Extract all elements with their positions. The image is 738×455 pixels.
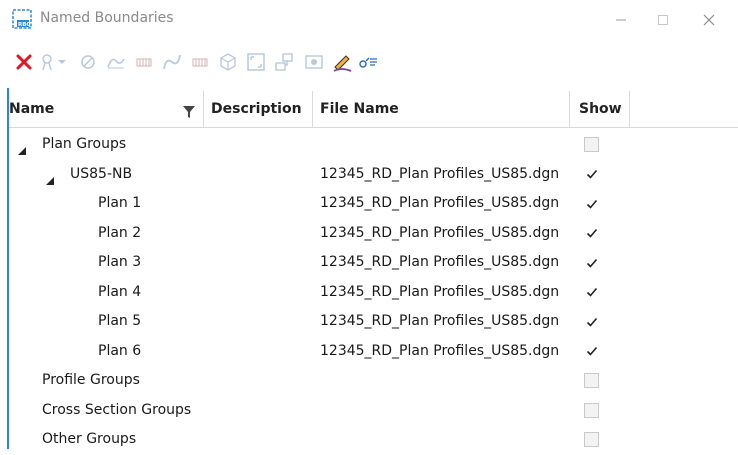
dropdown-arrow-icon[interactable]	[56, 50, 68, 74]
toolbar	[0, 40, 738, 88]
row-file-name: 12345_RD_Plan Profiles_US85.dgn	[320, 195, 560, 211]
show-checkbox[interactable]	[584, 432, 599, 447]
row-label: Profile Groups	[42, 372, 140, 388]
column-header-description[interactable]: Description	[211, 91, 302, 127]
column-divider[interactable]	[203, 91, 204, 127]
tree-row[interactable]: Plan 5 12345_RD_Plan Profiles_US85.dgn	[0, 307, 738, 337]
window-title: Named Boundaries	[40, 10, 174, 26]
collapse-triangle-icon[interactable]	[46, 170, 54, 189]
row-label: Plan Groups	[42, 136, 127, 152]
show-checkbox[interactable]	[584, 314, 599, 329]
column-header-show[interactable]: Show	[579, 91, 622, 127]
row-file-name: 12345_RD_Plan Profiles_US85.dgn	[320, 313, 560, 329]
svg-text:RBC: RBC	[18, 22, 30, 28]
properties-icon[interactable]	[356, 50, 380, 74]
title-bar: RBC Named Boundaries	[0, 0, 738, 40]
curve-boundary-icon[interactable]	[160, 50, 184, 74]
tree-row[interactable]: US85-NB 12345_RD_Plan Profiles_US85.dgn	[0, 160, 738, 190]
column-header-description-label: Description	[211, 101, 302, 117]
row-file-name: 12345_RD_Plan Profiles_US85.dgn	[320, 283, 560, 300]
show-checkbox[interactable]	[584, 255, 599, 270]
column-divider[interactable]	[312, 91, 313, 127]
grid-boundary-2-icon[interactable]	[188, 50, 212, 74]
delete-icon[interactable]	[12, 50, 36, 74]
grid-boundary-icon[interactable]	[132, 50, 156, 74]
tree-row[interactable]: Plan Groups	[0, 130, 738, 160]
named-boundaries-app-icon: RBC	[12, 9, 32, 29]
row-label: Plan 3	[98, 254, 142, 270]
row-label: Plan 2	[98, 224, 142, 241]
create-drawings-icon[interactable]	[272, 50, 296, 74]
view-boundary-icon[interactable]	[302, 50, 326, 74]
close-button[interactable]	[686, 6, 732, 34]
show-checkbox[interactable]	[584, 137, 599, 152]
row-label: Plan 6	[98, 342, 142, 359]
tree-row[interactable]: Plan 6 12345_RD_Plan Profiles_US85.dgn	[0, 337, 738, 367]
row-file-name: 12345_RD_Plan Profiles_US85.dgn	[320, 224, 560, 241]
table-header: Name Description File Name Show	[9, 91, 738, 128]
profile-boundary-icon[interactable]	[104, 50, 128, 74]
show-checkbox[interactable]	[584, 402, 599, 418]
civil-boundary-icon[interactable]	[76, 50, 100, 74]
show-checkbox[interactable]	[584, 284, 599, 300]
column-header-file-name[interactable]: File Name	[320, 91, 399, 127]
column-header-file-name-label: File Name	[320, 101, 399, 117]
row-label: Plan 1	[98, 195, 142, 211]
tree-row[interactable]: Plan 4 12345_RD_Plan Profiles_US85.dgn	[0, 278, 738, 308]
tree-row[interactable]: Plan 1 12345_RD_Plan Profiles_US85.dgn	[0, 189, 738, 219]
show-checkbox[interactable]	[584, 225, 599, 241]
row-file-name: 12345_RD_Plan Profiles_US85.dgn	[320, 165, 560, 182]
fit-boundary-icon[interactable]	[244, 50, 268, 74]
column-divider[interactable]	[629, 91, 630, 127]
row-label: Cross Section Groups	[42, 401, 192, 418]
row-label: US85-NB	[70, 165, 133, 182]
column-divider[interactable]	[569, 91, 570, 127]
show-checkbox[interactable]	[584, 166, 599, 182]
row-label: Plan 5	[98, 313, 142, 329]
show-checkbox[interactable]	[584, 343, 599, 359]
column-header-name[interactable]: Name	[9, 91, 199, 127]
collapse-triangle-icon[interactable]	[18, 140, 26, 159]
tree-row[interactable]: Plan 3 12345_RD_Plan Profiles_US85.dgn	[0, 248, 738, 278]
show-checkbox[interactable]	[584, 373, 599, 388]
tree-row[interactable]: Cross Section Groups	[0, 396, 738, 426]
row-file-name: 12345_RD_Plan Profiles_US85.dgn	[320, 254, 560, 270]
show-checkbox[interactable]	[584, 196, 599, 211]
filter-icon[interactable]	[183, 103, 195, 122]
tree-row[interactable]: Profile Groups	[0, 366, 738, 396]
row-label: Plan 4	[98, 283, 142, 300]
3d-boundary-icon[interactable]	[216, 50, 240, 74]
maximize-button[interactable]	[640, 6, 686, 34]
row-label: Other Groups	[42, 431, 137, 447]
column-header-name-label: Name	[9, 101, 55, 117]
row-file-name: 12345_RD_Plan Profiles_US85.dgn	[320, 342, 560, 359]
tree-row[interactable]: Other Groups	[0, 425, 738, 455]
minimize-button[interactable]	[598, 6, 644, 34]
tree-row[interactable]: Plan 2 12345_RD_Plan Profiles_US85.dgn	[0, 219, 738, 249]
edit-pencil-icon[interactable]	[330, 50, 354, 74]
column-header-show-label: Show	[579, 101, 622, 117]
